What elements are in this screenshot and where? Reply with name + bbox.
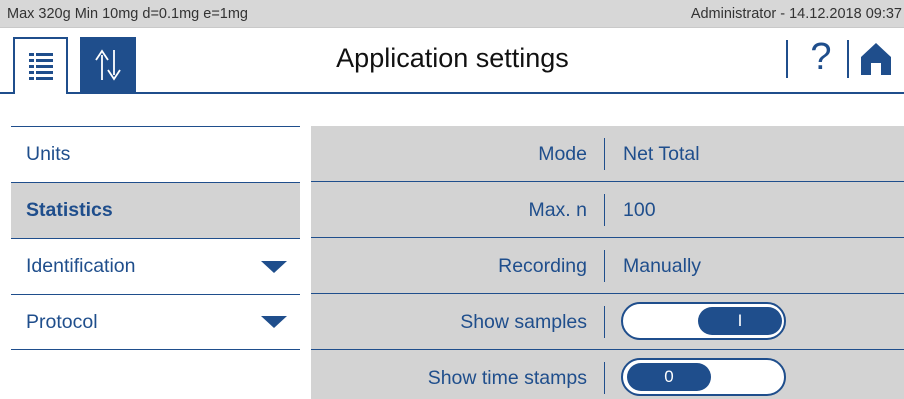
header-separator [847, 40, 849, 78]
setting-value: 100 [623, 199, 656, 221]
sidebar-item-label: Units [26, 143, 71, 165]
setting-value: Net Total [623, 143, 700, 165]
user-datetime: Administrator - 14.12.2018 09:37 [690, 5, 902, 22]
toggle-on-label: I [737, 311, 743, 330]
sidebar-item-statistics[interactable]: Statistics [11, 182, 300, 238]
sidebar-item-units[interactable]: Units [11, 126, 300, 182]
header-divider [0, 92, 904, 94]
home-icon [861, 43, 891, 75]
transfer-arrows-icon [95, 48, 121, 81]
triangle-down-icon [261, 316, 287, 328]
sidebar-item-label: Protocol [26, 310, 98, 333]
help-button[interactable]: ? [803, 32, 839, 82]
setting-label: Max. n [528, 199, 587, 221]
active-tab-gap [15, 92, 66, 94]
scale-capacity-info: Max 320g Min 10mg d=0.1mg e=1mg [7, 5, 248, 22]
row-divider [604, 194, 605, 226]
header-separator [786, 40, 788, 78]
setting-value: Manually [623, 255, 702, 277]
tab-list-view[interactable] [13, 37, 68, 94]
triangle-down-icon [261, 260, 287, 273]
setting-label: Show time stamps [427, 367, 587, 389]
row-divider [604, 362, 605, 394]
tab-data-transfer[interactable] [80, 37, 136, 92]
page-title: Application settings [336, 43, 569, 73]
header: Application settings ? [0, 28, 904, 94]
show-samples-toggle[interactable]: 0 I [621, 302, 786, 340]
row-divider [604, 138, 605, 170]
statistics-settings-panel: Mode Net Total Max. n 100 Recording Manu… [311, 126, 904, 399]
sidebar-item-protocol[interactable]: Protocol [11, 294, 300, 350]
show-time-stamps-toggle[interactable]: 0 I [621, 358, 786, 396]
row-divider [604, 250, 605, 282]
setting-row-show-time-stamps: Show time stamps 0 I [311, 350, 904, 399]
list-icon [28, 52, 53, 80]
setting-label: Show samples [460, 311, 587, 333]
setting-row-recording[interactable]: Recording Manually [311, 238, 904, 294]
setting-label: Mode [538, 143, 587, 165]
sidebar-item-label: Identification [26, 255, 136, 277]
setting-label: Recording [498, 255, 587, 277]
row-divider [604, 306, 605, 338]
toggle-on-label: I [737, 367, 743, 386]
sidebar-item-label: Statistics [26, 199, 113, 221]
setting-row-max-n[interactable]: Max. n 100 [311, 182, 904, 238]
status-bar: Max 320g Min 10mg d=0.1mg e=1mg Administ… [0, 0, 904, 28]
sidebar-item-identification[interactable]: Identification [11, 238, 300, 294]
setting-row-mode[interactable]: Mode Net Total [311, 126, 904, 182]
settings-category-list: Units Statistics Identification Protocol [11, 126, 300, 350]
home-button[interactable] [856, 38, 896, 80]
setting-row-show-samples: Show samples 0 I [311, 294, 904, 350]
